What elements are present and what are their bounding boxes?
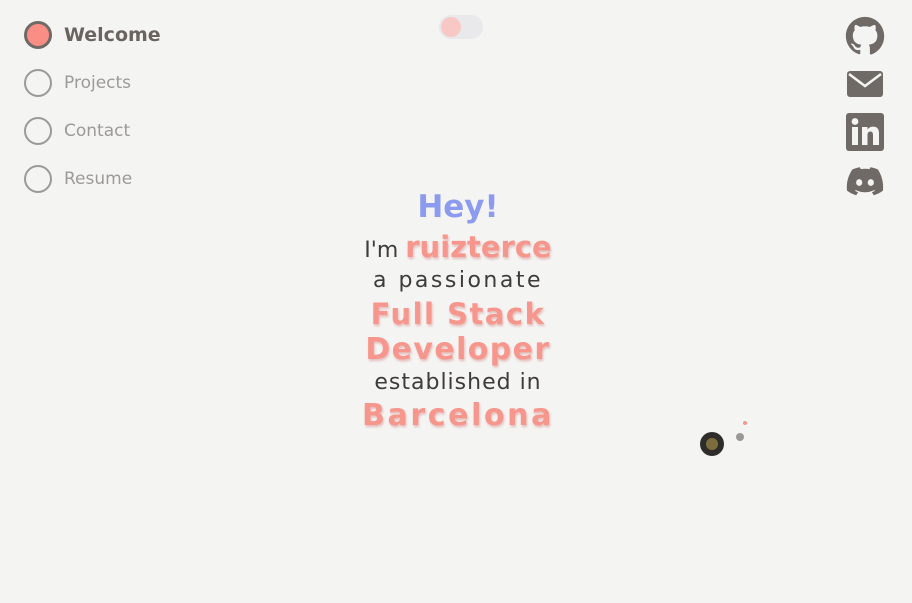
email-link[interactable] [845, 64, 885, 104]
nav-indicator [24, 165, 52, 193]
cursor-trail-dot [736, 433, 744, 441]
github-link[interactable] [845, 16, 885, 56]
nav-label-projects: Projects [64, 73, 132, 93]
nav-item-welcome[interactable]: Welcome [24, 19, 224, 51]
github-icon [845, 16, 885, 55]
hero-greeting: Hey! [417, 189, 499, 225]
nav-indicator-active [24, 21, 52, 49]
custom-cursor [700, 432, 724, 456]
nav-indicator [24, 117, 52, 145]
hero-passionate: a passionate [372, 268, 543, 293]
hero-role-line2: Developer [365, 332, 551, 367]
toggle-knob [441, 17, 461, 37]
linkedin-icon [846, 113, 884, 151]
hero-name-line: I'm ruizterce [356, 232, 560, 266]
linkedin-link[interactable] [845, 112, 885, 152]
nav-item-contact[interactable]: Contact [24, 115, 224, 147]
discord-icon [846, 167, 884, 196]
mail-icon [847, 71, 883, 97]
nav-label-resume: Resume [64, 169, 133, 189]
nav-label-contact: Contact [64, 121, 131, 141]
hero-intro: Hey! I'm ruizterce a passionate Full Sta… [356, 188, 560, 434]
discord-link[interactable] [845, 160, 885, 200]
cursor-trail-dot-small [743, 421, 747, 425]
hero-role-line1: Full Stack [370, 297, 546, 331]
hero-city: Barcelona [362, 398, 554, 433]
theme-toggle[interactable] [439, 15, 483, 39]
hero-im: I'm [364, 238, 399, 263]
social-links [845, 16, 885, 208]
hero-established: established in [374, 370, 542, 395]
nav-item-projects[interactable]: Projects [24, 67, 224, 99]
nav-label-welcome: Welcome [64, 24, 161, 46]
hero-name: ruizterce [405, 230, 552, 264]
section-nav: Welcome Projects Contact Resume [24, 19, 224, 211]
nav-item-resume[interactable]: Resume [24, 163, 224, 195]
nav-indicator [24, 69, 52, 97]
